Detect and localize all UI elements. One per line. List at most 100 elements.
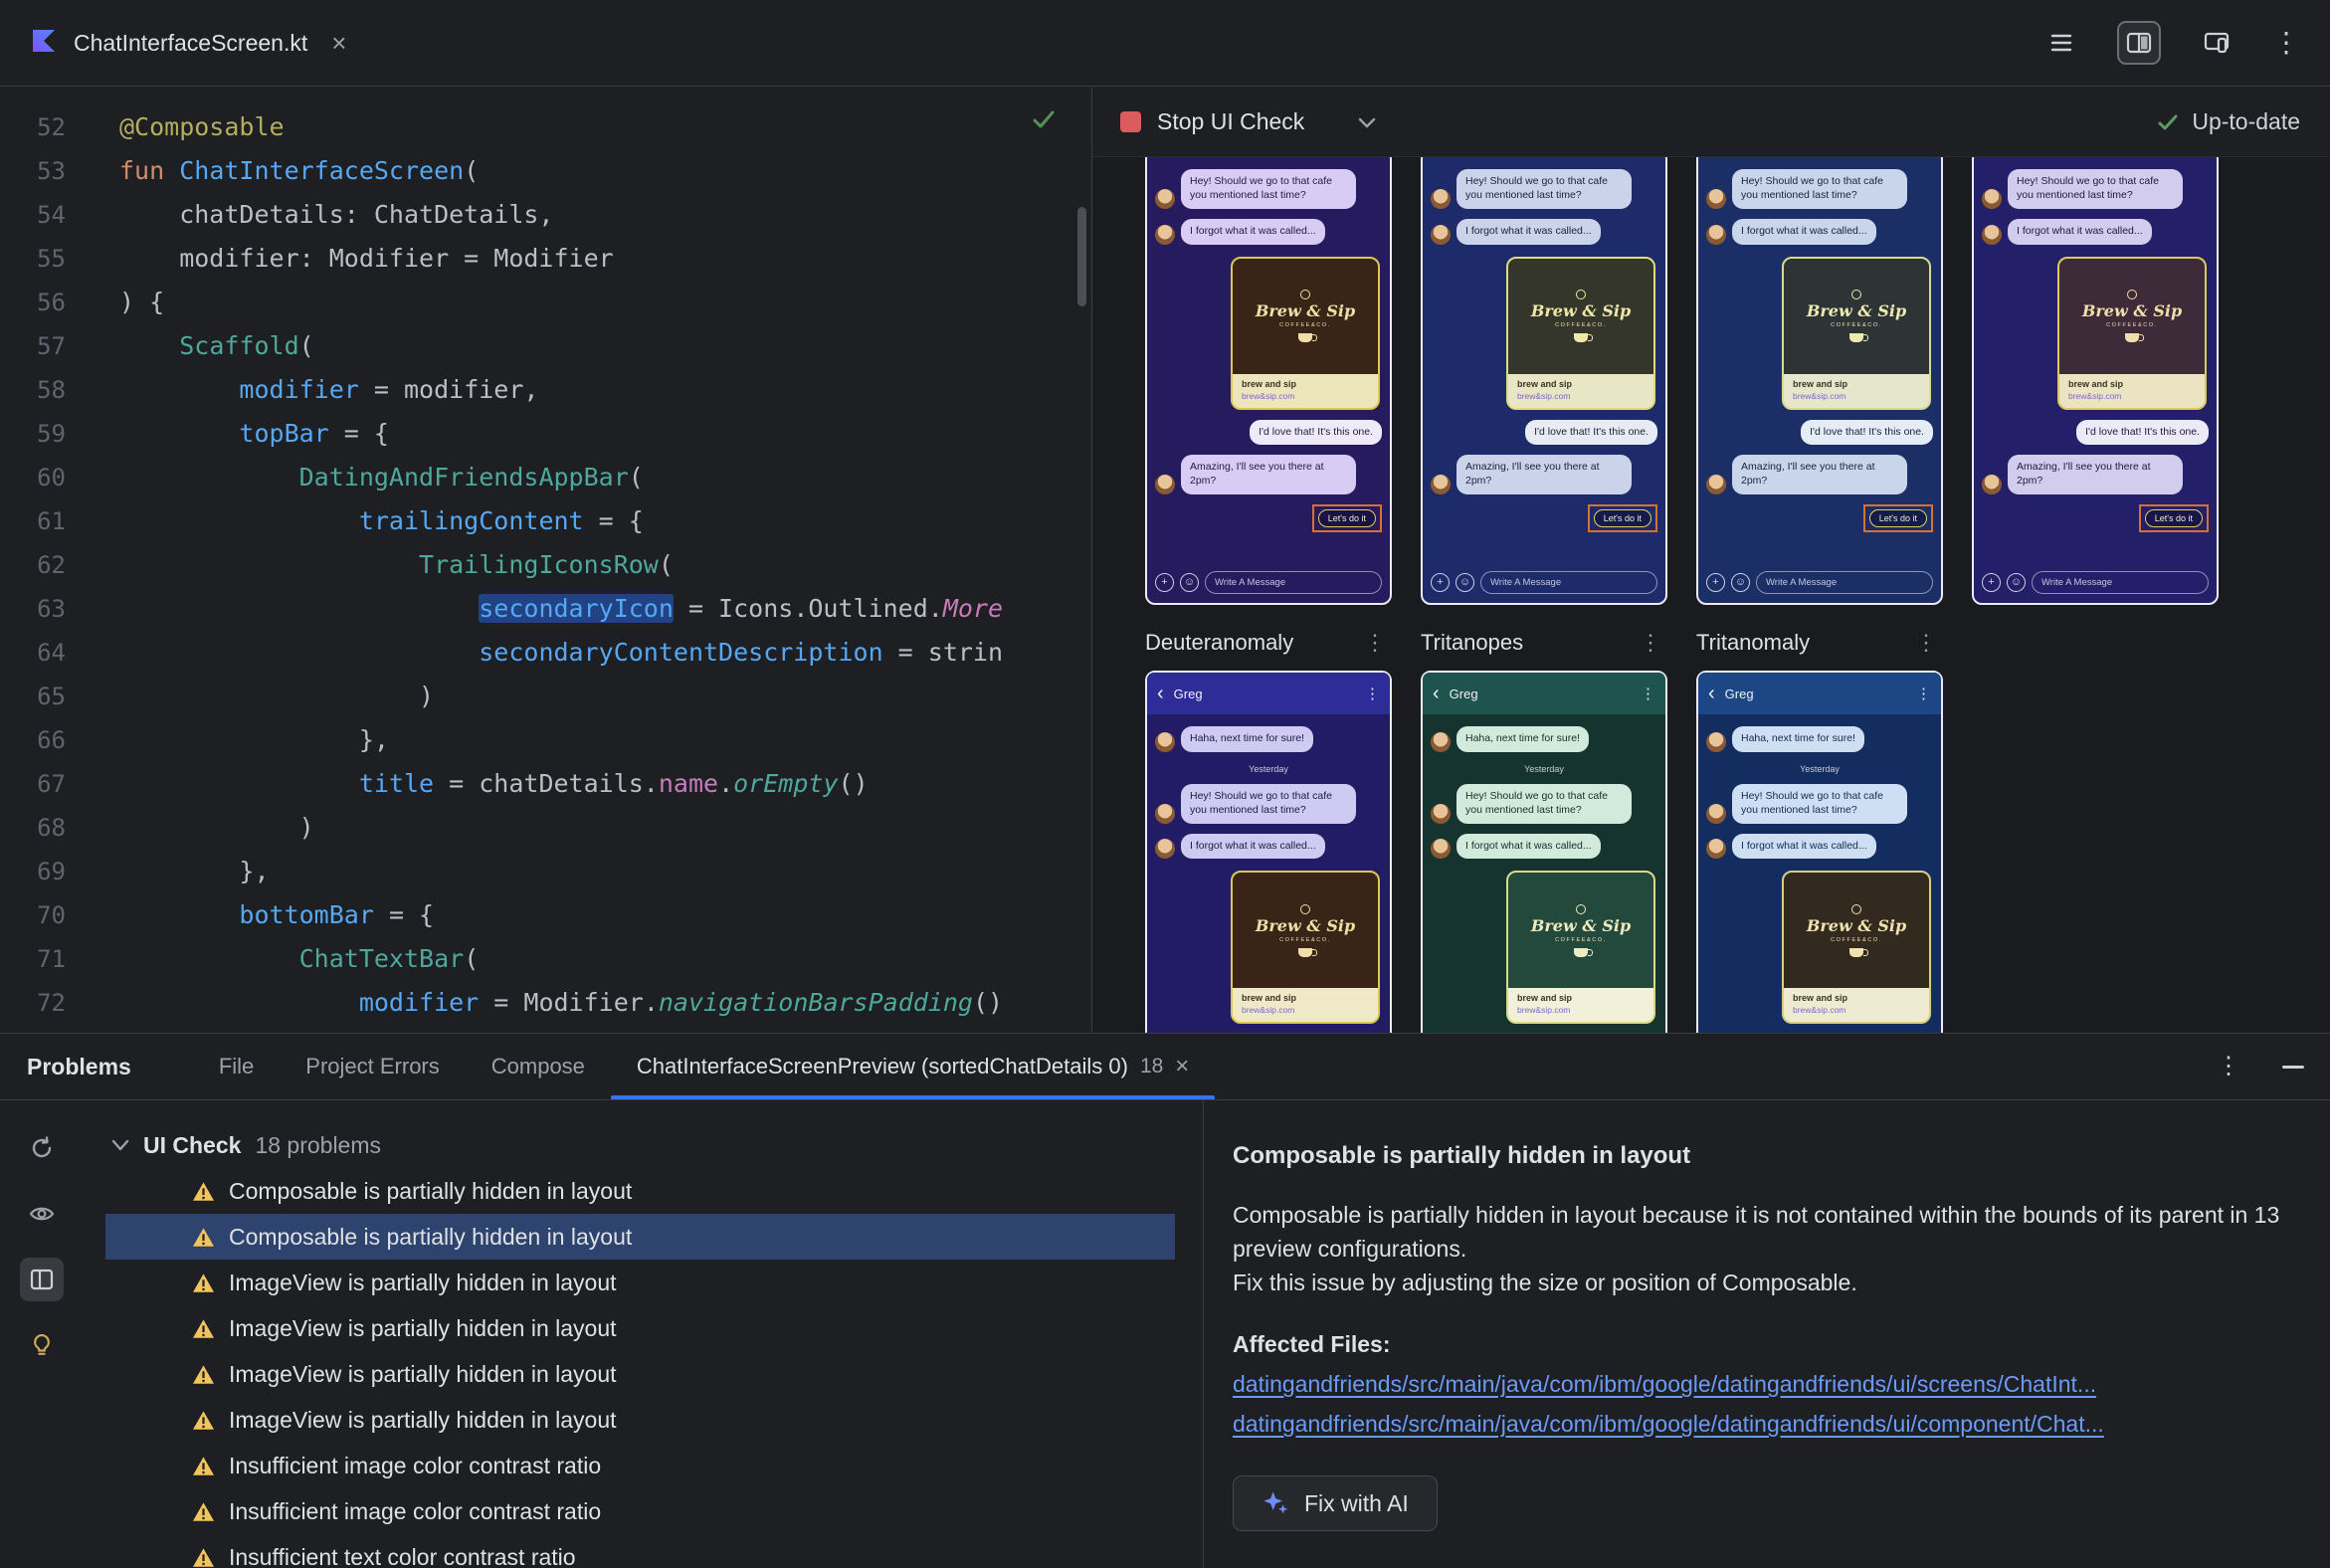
ui-check-group-row[interactable]: UI Check 18 problems xyxy=(84,1122,1203,1168)
code-line[interactable]: 72 modifier = Modifier.navigationBarsPad… xyxy=(0,981,1091,1025)
tab-chat-interface-preview[interactable]: ChatInterfaceScreenPreview (sortedChatDe… xyxy=(610,1034,1216,1099)
preview-canvas[interactable]: Hey! Should we go to that cafe you menti… xyxy=(1092,157,2330,1033)
fix-with-ai-button[interactable]: Fix with AI xyxy=(1233,1475,1438,1532)
problem-row[interactable]: ImageView is partially hidden in layout xyxy=(105,1351,1175,1397)
add-icon[interactable]: + xyxy=(1431,573,1450,592)
more-icon[interactable]: ⋮ xyxy=(1641,685,1655,702)
link-preview-card[interactable]: Brew & Sip COFFEE&CO. brew and sip brew&sip… xyxy=(1231,871,1380,1025)
tab-compose[interactable]: Compose xyxy=(466,1034,611,1099)
device-preview-icon[interactable] xyxy=(2195,21,2238,65)
code-line[interactable]: 67 title = chatDetails.name.orEmpty() xyxy=(0,762,1091,806)
code-line[interactable]: 71 ChatTextBar( xyxy=(0,937,1091,981)
code-line[interactable]: 62 TrailingIconsRow( xyxy=(0,543,1091,587)
code-editor[interactable]: 52 @Composable 53 fun ChatInterfaceScreen(5… xyxy=(0,88,1091,1033)
lets-do-it-button[interactable]: Let's do it xyxy=(1868,509,1927,528)
code-line[interactable]: 57 Scaffold( xyxy=(0,324,1091,368)
code-line[interactable]: 59 topBar = { xyxy=(0,412,1091,456)
link-preview-card[interactable]: Brew & Sip COFFEE&CO. brew and sip brew&sip… xyxy=(1782,256,1931,410)
problem-row[interactable]: ImageView is partially hidden in layout xyxy=(105,1260,1175,1305)
structure-list-icon[interactable] xyxy=(2039,21,2083,65)
problem-row[interactable]: Composable is partially hidden in layout xyxy=(105,1214,1175,1260)
more-icon[interactable]: ⋮ xyxy=(1365,685,1380,702)
problem-row[interactable]: Insufficient text color contrast ratio xyxy=(105,1534,1175,1568)
add-icon[interactable]: + xyxy=(1706,573,1725,592)
tab-project-errors[interactable]: Project Errors xyxy=(280,1034,465,1099)
add-icon[interactable]: + xyxy=(1155,573,1174,592)
code-line[interactable]: 58 modifier = modifier, xyxy=(0,368,1091,412)
lets-do-it-button[interactable]: Let's do it xyxy=(1593,509,1651,528)
card-site-url[interactable]: brew&sip.com xyxy=(1517,391,1645,401)
problem-row[interactable]: Composable is partially hidden in layout xyxy=(105,1168,1175,1214)
code-line[interactable]: 60 DatingAndFriendsAppBar( xyxy=(0,456,1091,499)
emoji-icon[interactable]: ☺ xyxy=(1731,573,1750,592)
write-message-input[interactable]: Write A Message xyxy=(1480,571,1657,594)
affected-file-link[interactable]: datingandfriends/src/main/java/com/ibm/g… xyxy=(1233,1411,2284,1438)
card-site-url[interactable]: brew&sip.com xyxy=(1242,391,1369,401)
link-preview-card[interactable]: Brew & Sip COFFEE&CO. brew and sip brew&sip… xyxy=(1506,871,1655,1025)
emoji-icon[interactable]: ☺ xyxy=(2007,573,2026,592)
card-site-url[interactable]: brew&sip.com xyxy=(2068,391,2196,401)
inspection-ok-icon[interactable] xyxy=(1030,105,1058,138)
tab-file[interactable]: File xyxy=(193,1034,280,1099)
code-line[interactable]: 66 }, xyxy=(0,718,1091,762)
code-line[interactable]: 70 bottomBar = { xyxy=(0,893,1091,937)
code-line[interactable]: 52 @Composable xyxy=(0,105,1091,149)
tool-window-title[interactable]: Problems xyxy=(27,1054,131,1080)
preview-phone[interactable]: ‹ Greg ⋮ Haha, next time for sure! Yesterday… xyxy=(1421,671,1667,1033)
chevron-down-icon[interactable] xyxy=(1358,116,1376,128)
minimize-panel-icon[interactable] xyxy=(2282,1065,2304,1069)
link-preview-card[interactable]: Brew & Sip COFFEE&CO. brew and sip brew&sip… xyxy=(1506,256,1655,410)
file-tab[interactable]: ChatInterfaceScreen.kt × xyxy=(0,0,372,86)
more-icon[interactable]: ⋮ xyxy=(1916,685,1931,702)
editor-scrollbar[interactable] xyxy=(1077,207,1086,306)
link-preview-card[interactable]: Brew & Sip COFFEE&CO. brew and sip brew&sip… xyxy=(1231,256,1380,410)
preview-options-kebab-icon[interactable]: ⋮ xyxy=(1640,630,1667,656)
emoji-icon[interactable]: ☺ xyxy=(1180,573,1199,592)
code-line[interactable]: 61 trailingContent = { xyxy=(0,499,1091,543)
preview-phone[interactable]: ‹ Greg ⋮ Haha, next time for sure! Yesterday… xyxy=(1696,671,1943,1033)
editor-options-kebab-icon[interactable]: ⋮ xyxy=(2272,29,2300,57)
code-line[interactable]: 55 modifier: Modifier = Modifier xyxy=(0,237,1091,281)
preview-options-kebab-icon[interactable]: ⋮ xyxy=(1915,630,1943,656)
card-site-url[interactable]: brew&sip.com xyxy=(1793,1005,1920,1015)
code-line[interactable]: 64 secondaryContentDescription = strin xyxy=(0,631,1091,675)
back-icon[interactable]: ‹ xyxy=(1157,684,1164,703)
preview-phone[interactable]: Hey! Should we go to that cafe you menti… xyxy=(1421,157,1667,605)
quickfix-bulb-icon[interactable] xyxy=(20,1323,64,1367)
preview-options-kebab-icon[interactable]: ⋮ xyxy=(1364,630,1392,656)
card-site-url[interactable]: brew&sip.com xyxy=(1242,1005,1369,1015)
write-message-input[interactable]: Write A Message xyxy=(1756,571,1933,594)
preview-eye-icon[interactable] xyxy=(20,1192,64,1236)
preview-phone[interactable]: Hey! Should we go to that cafe you menti… xyxy=(1696,157,1943,605)
card-site-url[interactable]: brew&sip.com xyxy=(1517,1005,1645,1015)
problem-row[interactable]: Insufficient image color contrast ratio xyxy=(105,1488,1175,1534)
back-icon[interactable]: ‹ xyxy=(1433,684,1440,703)
tab-close-icon[interactable]: × xyxy=(1175,1053,1189,1080)
preview-phone[interactable]: ‹ Greg ⋮ Haha, next time for sure! Yesterday… xyxy=(1145,671,1392,1033)
details-view-icon[interactable] xyxy=(20,1258,64,1301)
affected-file-link[interactable]: datingandfriends/src/main/java/com/ibm/g… xyxy=(1233,1371,2284,1398)
problem-row[interactable]: Insufficient image color contrast ratio xyxy=(105,1443,1175,1488)
link-preview-card[interactable]: Brew & Sip COFFEE&CO. brew and sip brew&sip… xyxy=(2057,256,2207,410)
code-line[interactable]: 56) { xyxy=(0,281,1091,324)
code-line[interactable]: 53 fun ChatInterfaceScreen( xyxy=(0,149,1091,193)
lets-do-it-button[interactable]: Let's do it xyxy=(2144,509,2203,528)
stop-ui-check-button[interactable]: Stop UI Check xyxy=(1157,108,1304,135)
write-message-input[interactable]: Write A Message xyxy=(2032,571,2209,594)
code-line[interactable]: 68 ) xyxy=(0,806,1091,850)
write-message-input[interactable]: Write A Message xyxy=(1205,571,1382,594)
preview-phone[interactable]: Hey! Should we go to that cafe you menti… xyxy=(1145,157,1392,605)
code-line[interactable]: 73 onAddClick = {} xyxy=(0,1025,1091,1033)
preview-phone[interactable]: Hey! Should we go to that cafe you menti… xyxy=(1972,157,2219,605)
code-line[interactable]: 65 ) xyxy=(0,675,1091,718)
panel-options-kebab-icon[interactable]: ⋮ xyxy=(2217,1055,2240,1078)
link-preview-card[interactable]: Brew & Sip COFFEE&CO. brew and sip brew&sip… xyxy=(1782,871,1931,1025)
lets-do-it-button[interactable]: Let's do it xyxy=(1317,509,1376,528)
add-icon[interactable]: + xyxy=(1982,573,2001,592)
problem-row[interactable]: ImageView is partially hidden in layout xyxy=(105,1397,1175,1443)
code-line[interactable]: 54 chatDetails: ChatDetails, xyxy=(0,193,1091,237)
emoji-icon[interactable]: ☺ xyxy=(1456,573,1474,592)
code-line[interactable]: 69 }, xyxy=(0,850,1091,893)
refresh-icon[interactable] xyxy=(20,1126,64,1170)
tab-close-icon[interactable]: × xyxy=(331,28,346,59)
